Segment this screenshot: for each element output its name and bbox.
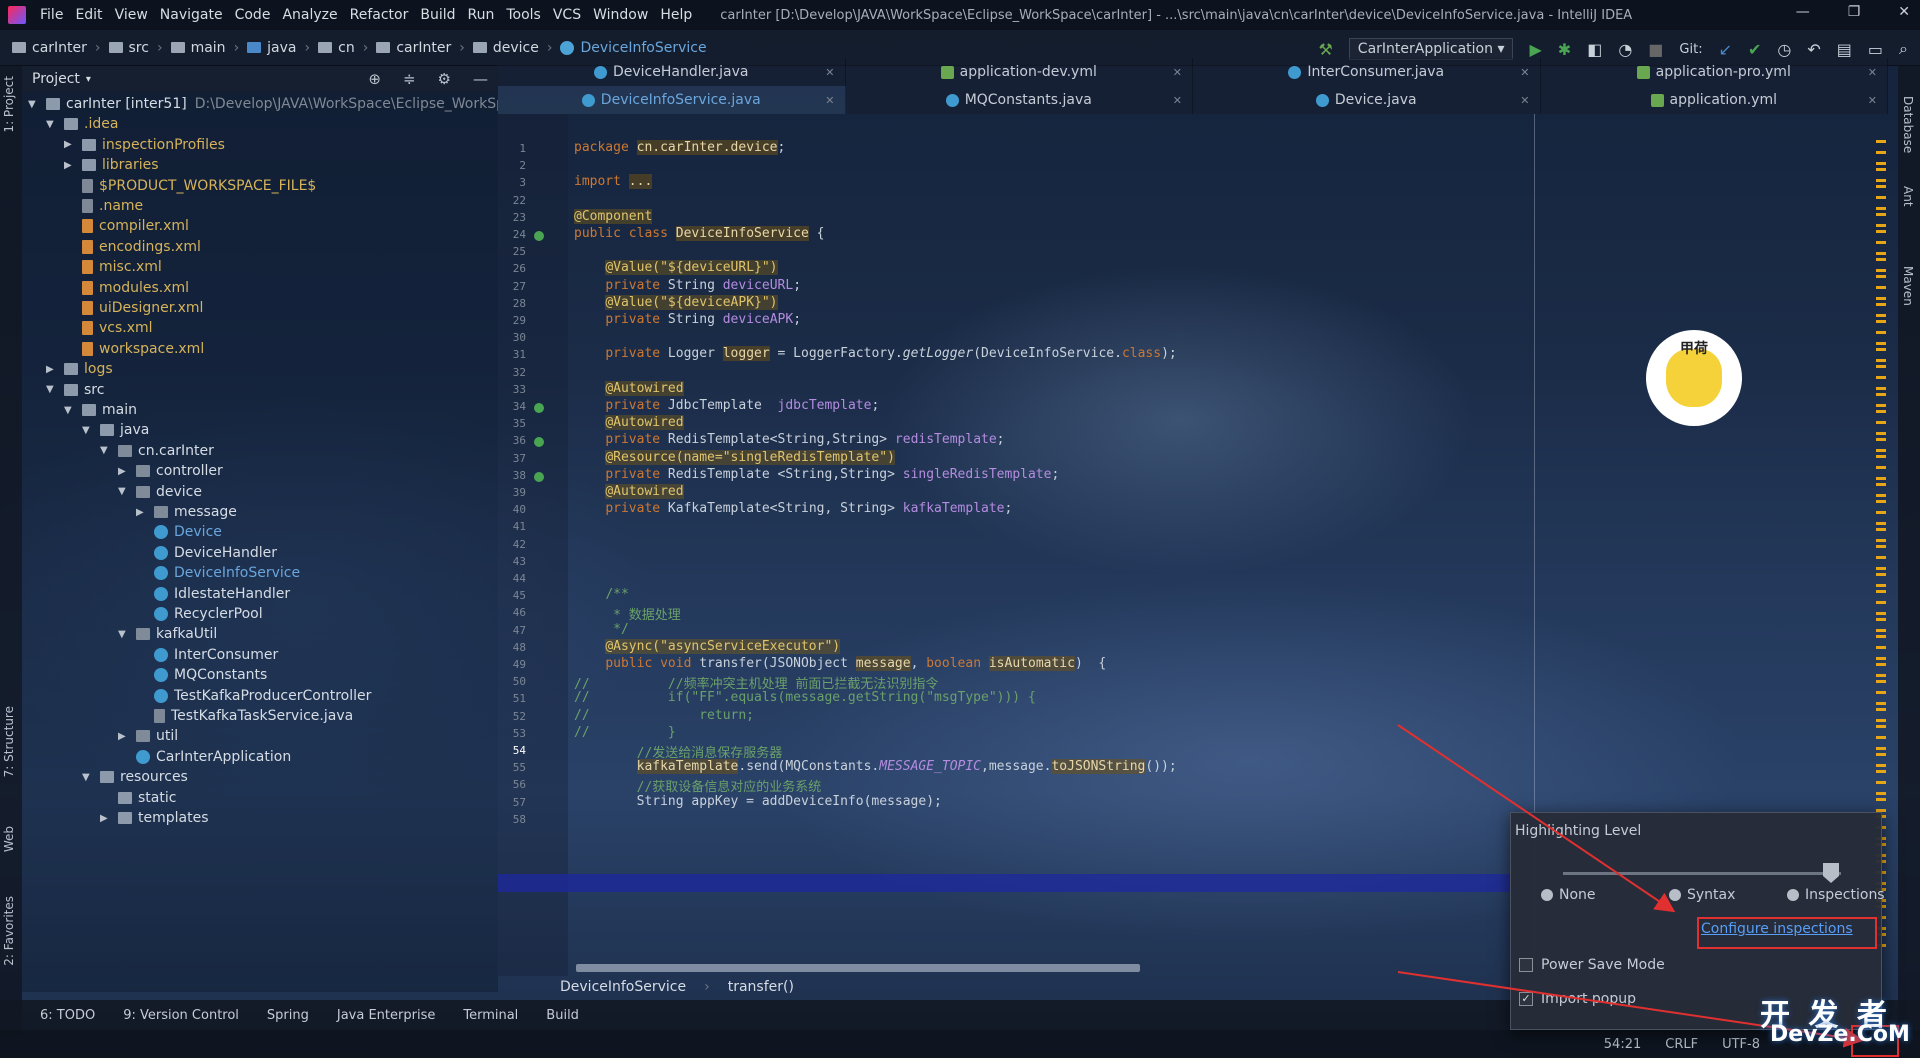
annotation-arrows [1397,724,1899,1057]
watermark-domain: DevZe.CoM [1770,1022,1910,1047]
arrow-to-slider [1397,724,1676,913]
